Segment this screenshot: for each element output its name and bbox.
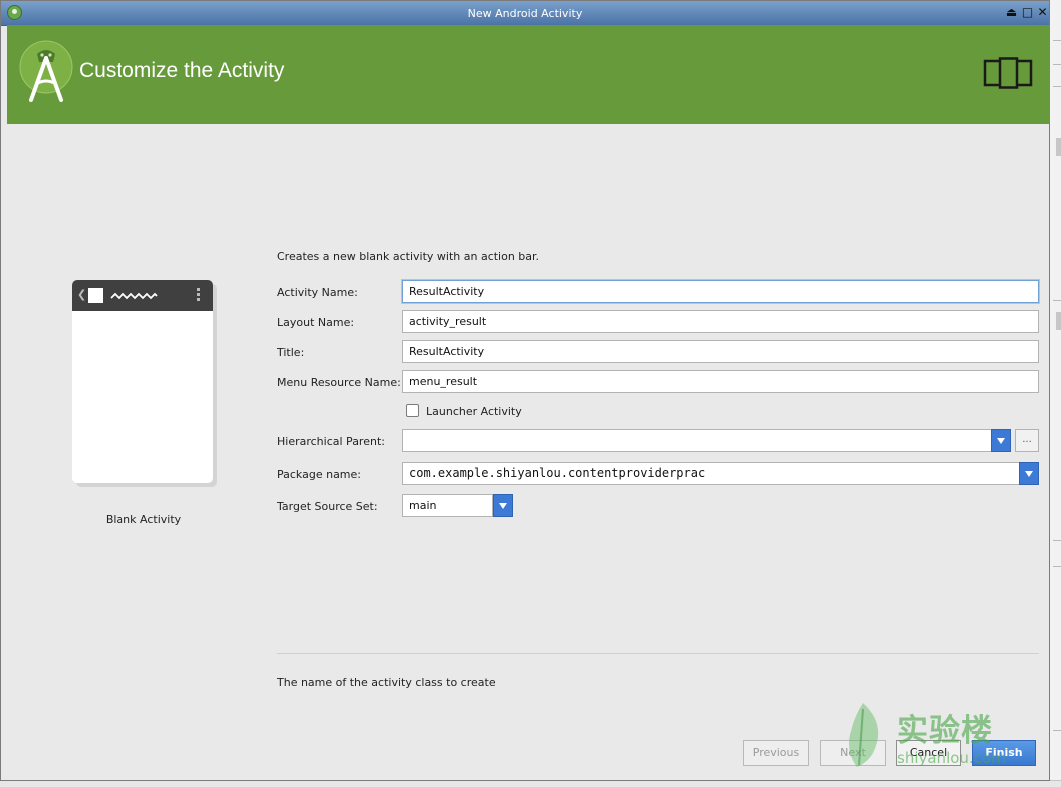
page-title: Customize the Activity	[79, 59, 285, 82]
title-input[interactable]: ResultActivity	[402, 340, 1039, 363]
finish-button[interactable]: Finish	[972, 740, 1036, 766]
launcher-activity-label[interactable]: Launcher Activity	[426, 405, 522, 418]
activity-name-label: Activity Name:	[277, 286, 358, 299]
menu-resource-name-label: Menu Resource Name:	[277, 376, 401, 389]
android-studio-logo-icon	[19, 40, 73, 102]
close-icon[interactable]: ✕	[1034, 4, 1051, 21]
preview-action-bar: ❮	[72, 280, 213, 311]
previous-button[interactable]: Previous	[743, 740, 809, 766]
cancel-button[interactable]: Cancel	[896, 740, 961, 766]
target-source-set-select[interactable]: main	[402, 494, 493, 517]
back-chevron-icon: ❮	[77, 288, 87, 301]
field-help-text: The name of the activity class to create	[277, 676, 496, 689]
form-factor-devices-icon	[983, 57, 1033, 89]
template-caption: Blank Activity	[105, 513, 182, 526]
package-name-dropdown-button[interactable]	[1019, 462, 1039, 485]
title-label: Title:	[277, 346, 305, 359]
dialog-window: New Android Activity ⏏ □ ✕ Customize the…	[0, 0, 1050, 781]
launcher-activity-checkbox[interactable]	[406, 404, 419, 417]
target-source-set-dropdown-button[interactable]	[493, 494, 513, 517]
hierarchical-parent-browse-button[interactable]: ...	[1015, 429, 1039, 452]
background-editor-edge	[1050, 0, 1061, 786]
next-button[interactable]: Next	[820, 740, 886, 766]
activity-template-preview[interactable]: ❮	[72, 280, 213, 483]
title-squiggle-icon	[110, 292, 158, 300]
layout-name-label: Layout Name:	[277, 316, 355, 329]
hierarchical-parent-label: Hierarchical Parent:	[277, 435, 385, 448]
wizard-header: Customize the Activity	[7, 25, 1050, 124]
window-title: New Android Activity	[467, 7, 583, 20]
template-description: Creates a new blank activity with an act…	[277, 250, 540, 263]
package-name-combo[interactable]: com.example.shiyanlou.contentproviderpra…	[402, 462, 1039, 485]
divider	[277, 653, 1039, 654]
activity-name-input[interactable]: ResultActivity	[402, 280, 1039, 303]
hierarchical-parent-combo[interactable]	[402, 429, 1011, 452]
hierarchical-parent-dropdown-button[interactable]	[991, 429, 1011, 452]
roll-up-icon[interactable]: ⏏	[1003, 4, 1020, 21]
window-titlebar[interactable]: New Android Activity ⏏ □ ✕	[1, 1, 1049, 26]
app-icon-placeholder	[88, 288, 103, 303]
layout-name-input[interactable]: activity_result	[402, 310, 1039, 333]
package-name-label: Package name:	[277, 468, 361, 481]
menu-resource-name-input[interactable]: menu_result	[402, 370, 1039, 393]
overflow-menu-icon	[197, 288, 200, 303]
target-source-set-label: Target Source Set:	[277, 500, 378, 513]
